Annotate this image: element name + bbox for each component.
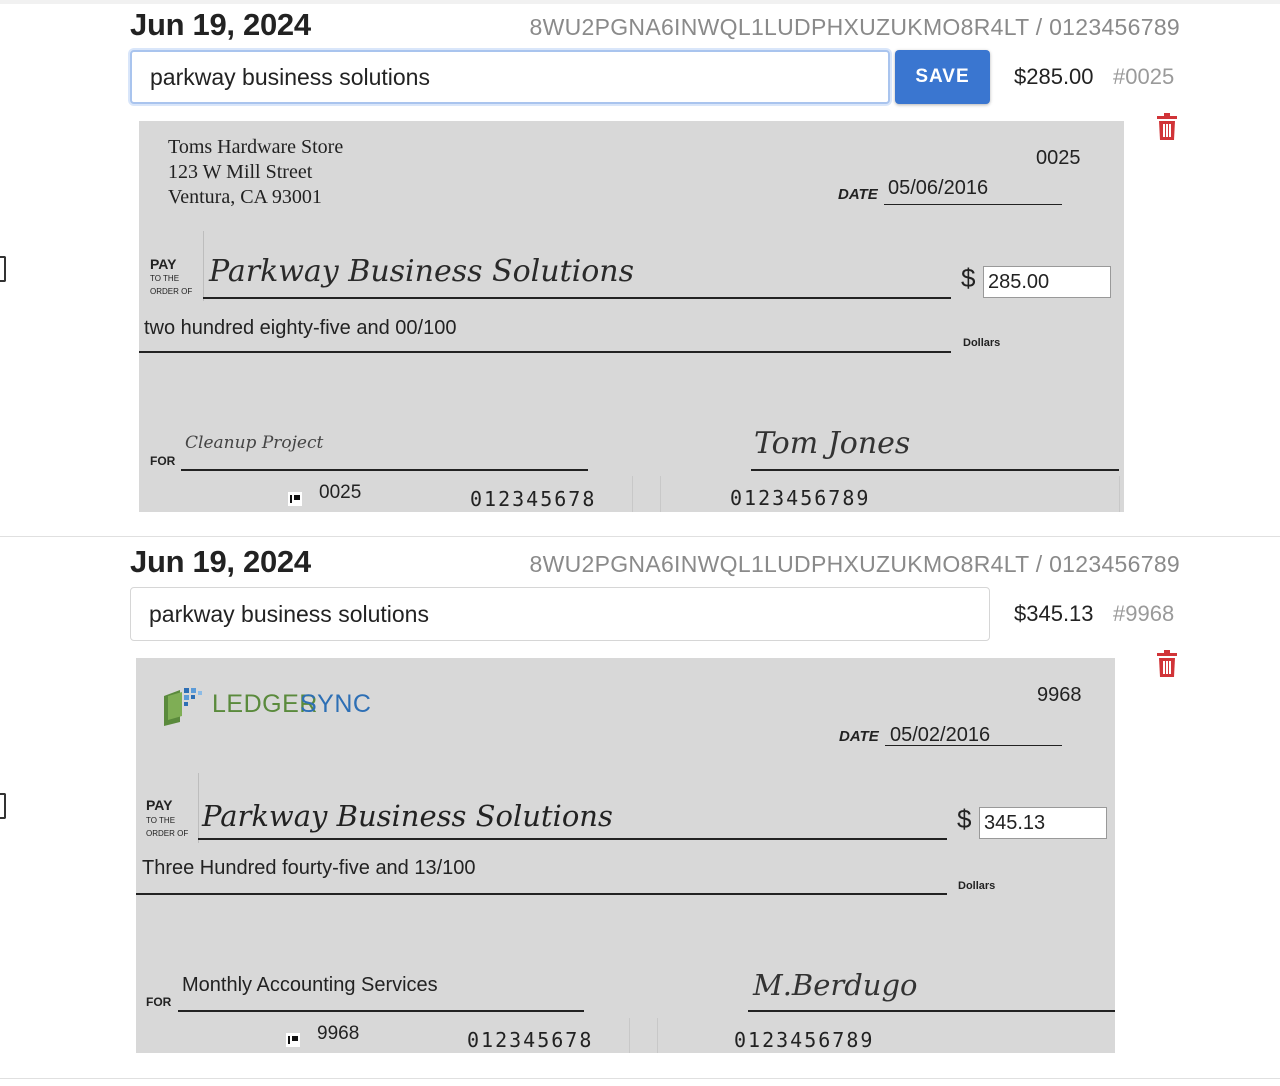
account-id: 8WU2PGNA6INWQL1LUDPHXUZUKMO8R4LT / 01234… [529,551,1180,577]
entry-date: Jun 19, 2024 [130,7,311,42]
logo-text-sync: SYNC [300,690,372,718]
payee-line [198,838,947,840]
micr-symbol-icon [288,492,302,506]
for-label: FOR [150,454,176,468]
pay-label: PAY [146,797,173,813]
date-line [885,745,1062,746]
check-payee: Parkway Business Solutions [209,254,635,289]
check-amount-box: 285.00 [983,266,1111,298]
signature-line [748,1010,1115,1012]
check-entry: Jun 19, 2024 8WU2PGNA6INWQL1LUDPHXUZUKMO… [0,537,1280,1079]
date-label: DATE [839,728,879,745]
micr-check-number: 9968 [317,1023,360,1044]
check-date: 05/02/2016 [890,724,991,746]
divider [660,476,661,512]
signature: M.Berdugo [753,968,918,1002]
divider [198,773,199,843]
amount-words: two hundred eighty-five and 00/100 [144,317,457,339]
dollars-label: Dollars [963,337,1001,349]
micr-routing: 012345678 [467,1028,594,1052]
amount-words: Three Hundred fourty-five and 13/100 [142,857,476,879]
check-date: 05/06/2016 [888,177,989,199]
ledger-sync-logo-icon [164,688,202,726]
dollars-label: Dollars [958,880,996,892]
divider [657,1018,658,1053]
dollar-sign: $ [957,804,972,834]
dollar-sign: $ [961,263,976,293]
amount-words-line [136,893,947,895]
payee-input[interactable] [130,50,890,104]
entry-amount: $345.13 [1014,601,1094,626]
check-image: Toms Hardware Store 123 W Mill Street Ve… [139,121,1124,512]
amount-words-line [139,351,951,353]
entry-date: Jun 19, 2024 [130,544,311,579]
memo-line [178,1010,584,1012]
check-memo: Monthly Accounting Services [182,974,438,996]
drag-handle[interactable] [0,256,6,282]
memo-line [181,469,588,471]
micr-check-number: 0025 [319,482,362,503]
check-memo: Cleanup Project [185,433,324,453]
micr-account: 0123456789 [734,1028,875,1052]
check-image: LEDGER SYNC 9968 DATE 05/02/2016 PAY TO … [136,658,1115,1053]
micr-routing: 012345678 [470,487,597,511]
save-button[interactable]: SAVE [895,50,990,104]
entry-check-number: #0025 [1113,64,1175,89]
drag-handle[interactable] [0,793,6,819]
micr-account: 0123456789 [730,486,871,510]
check-number: 0025 [1036,147,1081,169]
entry-amount: $285.00 [1014,64,1094,89]
account-id: 8WU2PGNA6INWQL1LUDPHXUZUKMO8R4LT / 01234… [529,14,1180,40]
date-line [884,204,1062,205]
date-label: DATE [838,186,878,203]
trash-icon[interactable] [1155,113,1179,141]
order-label-1: TO THE [150,274,180,283]
divider [629,1018,630,1053]
payee-input[interactable] [130,587,990,641]
issuer-name: Toms Hardware Store [168,136,344,158]
order-label-1: TO THE [146,816,176,825]
divider [632,476,633,512]
divider [203,231,204,301]
payee-line [203,297,951,299]
order-label-2: ORDER OF [150,287,193,296]
for-label: FOR [146,995,172,1009]
divider [1119,476,1120,512]
check-amount-box: 345.13 [979,807,1107,839]
trash-icon[interactable] [1155,650,1179,678]
issuer-street: 123 W Mill Street [168,161,313,183]
signature: Tom Jones [754,426,911,461]
check-number: 9968 [1037,684,1082,706]
signature-line [751,469,1119,471]
order-label-2: ORDER OF [146,829,189,838]
check-payee: Parkway Business Solutions [202,799,613,833]
check-entry: Jun 19, 2024 8WU2PGNA6INWQL1LUDPHXUZUKMO… [0,0,1280,537]
issuer-city: Ventura, CA 93001 [168,186,322,208]
pay-label: PAY [150,256,177,272]
micr-symbol-icon [286,1033,300,1047]
entry-check-number: #9968 [1113,601,1175,626]
